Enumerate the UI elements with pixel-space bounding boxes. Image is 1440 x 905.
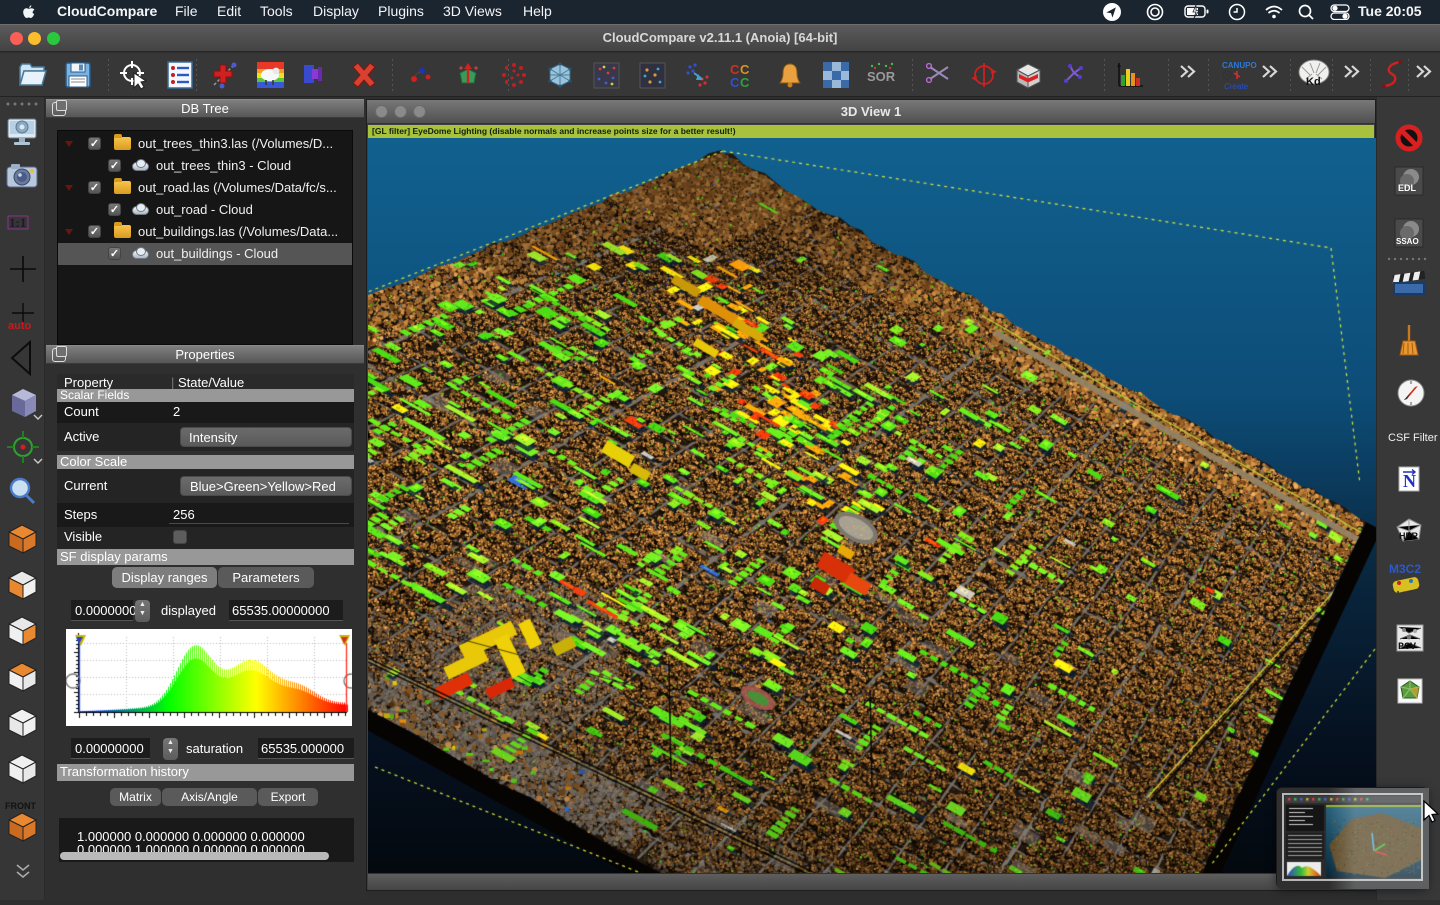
svg-text:CANUPO: CANUPO [1222, 61, 1257, 70]
svg-text:FRONT: FRONT [5, 801, 36, 811]
svg-text:C: C [740, 75, 750, 90]
svg-text:auto: auto [8, 320, 32, 332]
svg-text:1:1: 1:1 [9, 215, 26, 230]
svg-text:C: C [730, 75, 740, 90]
svg-text:SOR: SOR [867, 69, 896, 84]
svg-text:PCV: PCV [1398, 642, 1416, 653]
svg-text:Create: Create [1224, 82, 1249, 91]
svg-text:M3C2: M3C2 [1389, 562, 1421, 576]
svg-text:HPR: HPR [1399, 531, 1419, 541]
svg-text:N: N [1403, 471, 1416, 491]
svg-text:EDL: EDL [1398, 183, 1417, 193]
svg-text:Kd: Kd [1306, 76, 1321, 88]
svg-text:SSAO: SSAO [1396, 237, 1419, 246]
svg-text:CSF Filter: CSF Filter [1388, 432, 1438, 444]
